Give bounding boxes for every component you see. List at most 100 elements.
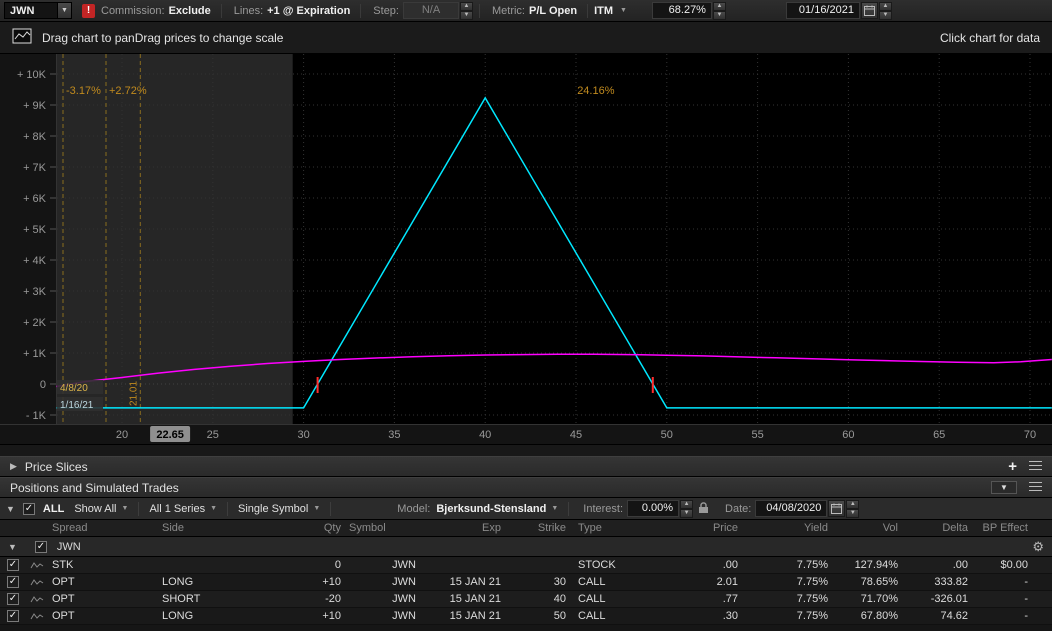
lock-icon[interactable]	[698, 501, 709, 517]
svg-text:70: 70	[1024, 429, 1036, 441]
chart-panel-icon[interactable]	[12, 28, 32, 47]
column-header-symbol[interactable]: Symbol	[345, 522, 420, 534]
svg-text:22.65: 22.65	[156, 429, 184, 441]
cell-symbol: JWN	[392, 559, 416, 571]
column-header-qty[interactable]: Qty	[253, 522, 345, 534]
date-stepper[interactable]: ▲ ▼	[846, 500, 860, 518]
cell-delta: -326.01	[930, 593, 968, 605]
column-header-delta[interactable]: Delta	[902, 522, 972, 534]
price-slices-title: Price Slices	[24, 459, 88, 474]
svg-text:+ 1K: + 1K	[23, 348, 47, 360]
lines-value[interactable]: +1 @ Expiration	[267, 5, 350, 17]
position-row[interactable]: ✓ OPT SHORT -20 JWN 15 JAN 21 40 CALL .77 7.75% 71…	[0, 591, 1052, 608]
group-checkbox[interactable]: ✓	[34, 540, 47, 553]
calendar-icon[interactable]	[860, 2, 878, 19]
column-header-side[interactable]: Side	[158, 522, 253, 534]
cell-strike: 40	[553, 593, 566, 605]
step-input[interactable]: N/A	[402, 2, 459, 19]
probability-input[interactable]: 68.27%	[651, 2, 712, 19]
commission-value[interactable]: Exclude	[169, 5, 211, 17]
chevron-down-icon[interactable]: ▼	[8, 542, 17, 552]
divider	[138, 501, 140, 516]
positions-bar[interactable]: Positions and Simulated Trades ▼	[0, 477, 1052, 498]
cell-exp: 15 JAN 21	[449, 610, 501, 622]
cell-qty: +10	[322, 610, 341, 622]
column-header-bp_effect[interactable]: BP Effect	[972, 522, 1032, 534]
step-label: Step:	[373, 4, 399, 17]
chevron-right-icon[interactable]: ▶	[10, 461, 17, 472]
positions-rows: ✓ STK 0 JWN STOCK .00 7.75% 127.94% .00 $0.00 ✓ OPT…	[0, 557, 1052, 625]
divider	[360, 3, 362, 18]
row-chart-icon[interactable]	[26, 595, 48, 604]
top-toolbar: JWN ▼ ! Commission: Exclude Lines: +1 @ …	[0, 0, 1052, 22]
symbol-group-row[interactable]: ▼ ✓ JWN ⚙	[0, 537, 1052, 557]
svg-text:60: 60	[842, 429, 854, 441]
risk-profile-chart[interactable]: + 10K + 9K + 8K + 7K + 6K + 5K + 4K + 3K + 2K + 1…	[0, 54, 1052, 444]
interest-label: Interest:	[583, 502, 624, 515]
row-chart-icon[interactable]	[26, 578, 48, 587]
cell-exp: 15 JAN 21	[449, 593, 501, 605]
cell-spread: OPT	[52, 576, 75, 588]
symbol-value[interactable]: JWN	[5, 5, 57, 17]
expiration-date-input[interactable]: 01/16/2021	[785, 2, 860, 19]
svg-text:+2.72%: +2.72%	[109, 85, 147, 97]
probability-stepper[interactable]: ▲ ▼	[712, 2, 726, 20]
interest-input[interactable]: 0.00%	[627, 500, 680, 517]
expiration-date-stepper[interactable]: ▲ ▼	[878, 2, 892, 20]
menu-icon[interactable]	[1029, 481, 1042, 495]
row-checkbox[interactable]: ✓	[7, 593, 19, 605]
cell-symbol: JWN	[392, 576, 416, 588]
divider	[227, 501, 229, 516]
row-chart-icon[interactable]	[26, 612, 48, 621]
position-row[interactable]: ✓ OPT LONG +10 JWN 15 JAN 21 30 CALL 2.01 7.75% 78…	[0, 574, 1052, 591]
price-slices-bar[interactable]: ▶ Price Slices +	[0, 456, 1052, 477]
cell-type: STOCK	[578, 559, 616, 571]
gear-icon[interactable]: ⚙	[1032, 539, 1044, 555]
row-checkbox[interactable]: ✓	[7, 610, 19, 622]
positions-title: Positions and Simulated Trades	[10, 480, 179, 495]
cell-yield: 7.75%	[796, 610, 828, 622]
column-header-strike[interactable]: Strike	[505, 522, 570, 534]
cell-type: CALL	[578, 576, 606, 588]
calendar-icon[interactable]	[828, 500, 846, 517]
cell-qty: 0	[334, 559, 341, 571]
collapse-section-button[interactable]: ▼	[991, 481, 1017, 494]
column-header-spread[interactable]: Spread	[48, 522, 158, 534]
column-header-exp[interactable]: Exp	[420, 522, 505, 534]
position-row[interactable]: ✓ STK 0 JWN STOCK .00 7.75% 127.94% .00 $0.00	[0, 557, 1052, 574]
itm-dropdown[interactable]: ITM	[594, 5, 613, 17]
model-dropdown[interactable]: Bjerksund-Stensland ▼	[436, 503, 558, 515]
alert-icon[interactable]: !	[82, 3, 95, 18]
chevron-down-icon[interactable]: ▼	[57, 3, 71, 18]
metric-value[interactable]: P/L Open	[529, 5, 577, 17]
interest-stepper[interactable]: ▲ ▼	[680, 500, 694, 518]
cell-vol: 127.94%	[854, 559, 898, 571]
svg-text:-3.17%: -3.17%	[66, 85, 101, 97]
show-all-dropdown[interactable]: Show All ▼	[74, 503, 128, 515]
column-header-price[interactable]: Price	[660, 522, 742, 534]
menu-icon[interactable]	[1029, 460, 1042, 474]
all-checkbox[interactable]: ✓	[22, 502, 35, 515]
date-input[interactable]: 04/08/2020	[755, 500, 828, 517]
row-checkbox[interactable]: ✓	[7, 559, 19, 571]
column-header-vol[interactable]: Vol	[832, 522, 902, 534]
chevron-down-icon: ▼	[121, 505, 129, 512]
add-slice-button[interactable]: +	[1008, 459, 1017, 474]
symbol-filter-dropdown[interactable]: Single Symbol ▼	[238, 503, 320, 515]
date-label: Date:	[725, 502, 752, 515]
column-header-yield[interactable]: Yield	[742, 522, 832, 534]
cell-delta: 74.62	[940, 610, 968, 622]
cell-side: SHORT	[162, 593, 201, 605]
position-row[interactable]: ✓ OPT LONG +10 JWN 15 JAN 21 50 CALL .30 7.75% 67.…	[0, 608, 1052, 625]
symbol-combo[interactable]: JWN ▼	[4, 2, 72, 19]
step-stepper[interactable]: ▲ ▼	[459, 2, 473, 20]
chevron-down-icon[interactable]: ▼	[6, 504, 15, 514]
row-chart-icon[interactable]	[26, 561, 48, 570]
cell-bp_effect: -	[1024, 610, 1028, 622]
column-header-type[interactable]: Type	[570, 522, 660, 534]
series-filter-dropdown[interactable]: All 1 Series ▼	[149, 503, 217, 515]
cell-strike: 30	[553, 576, 566, 588]
row-checkbox[interactable]: ✓	[7, 576, 19, 588]
chevron-down-icon[interactable]: ▼	[620, 7, 627, 14]
lines-label: Lines:	[233, 4, 264, 17]
